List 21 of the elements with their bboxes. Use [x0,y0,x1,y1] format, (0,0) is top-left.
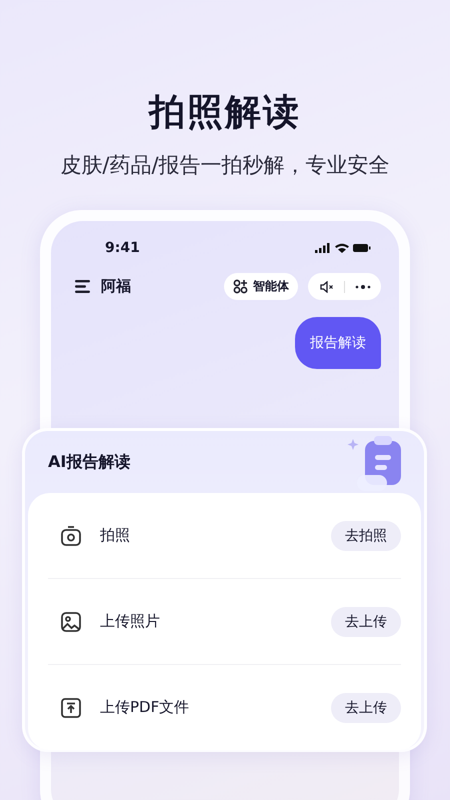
status-time: 9:41 [105,240,140,256]
status-icons [315,242,371,254]
mute-icon[interactable] [320,280,334,292]
option-label: 上传照片 [100,612,161,631]
action-button[interactable]: 去拍照 [331,520,401,550]
menu-icon[interactable] [75,280,91,293]
upload-icon [60,696,82,718]
apps-icon [233,279,248,294]
agent-button[interactable]: 智能体 [224,273,298,300]
camera-icon [60,524,82,546]
action-button[interactable]: 去上传 [331,692,401,722]
option-label: 上传PDF文件 [100,698,190,717]
headline: 拍照解读 [147,91,302,135]
subtitle: 皮肤/药品/报告一拍秒解，专业安全 [59,152,391,179]
action-button[interactable]: 去上传 [331,606,401,636]
app-title: 阿福 [101,277,131,296]
panel-title: AI报告解读 [48,452,130,472]
image-icon [60,610,82,632]
chat-bubble: 报告解读 [295,317,381,369]
option-label: 拍照 [100,526,131,545]
more-icon[interactable] [355,284,371,288]
